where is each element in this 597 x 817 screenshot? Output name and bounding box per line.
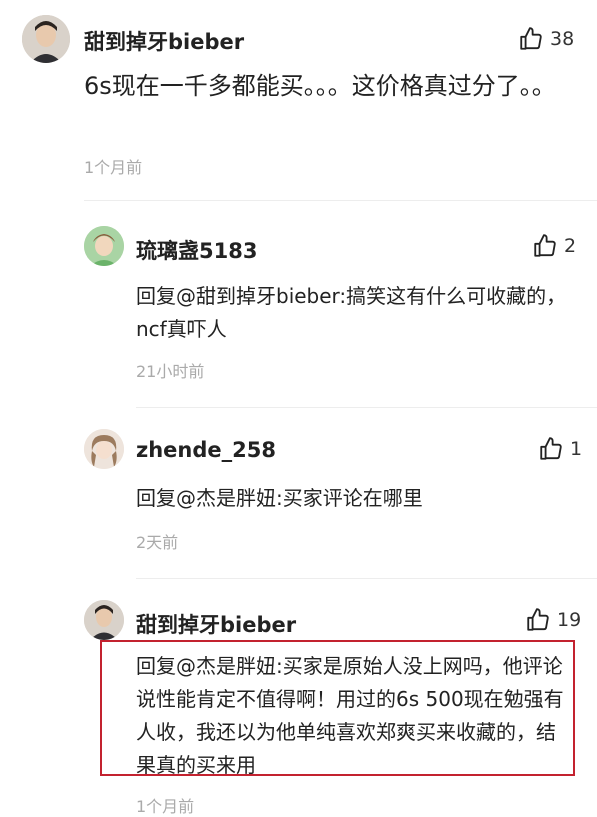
avatar[interactable] [84,429,124,469]
like-count: 2 [564,235,577,257]
thumbs-up-icon [527,608,549,631]
reply-username[interactable]: zhende_258 [136,438,276,462]
avatar-image [84,226,124,266]
like-count: 1 [570,438,583,460]
like-button[interactable]: 1 [538,436,582,462]
reply-text: 回复@杰是胖妞:买家评论在哪里 [136,486,423,510]
comment-timestamp: 1个月前 [84,158,143,177]
like-count: 19 [557,609,582,631]
avatar-image [22,15,70,63]
avatar[interactable] [84,600,124,640]
reply-timestamp: 2天前 [136,533,179,552]
like-count: 38 [550,28,575,50]
reply-text: 回复@甜到掉牙bieber:搞笑这有什么可收藏的，ncf真吓人 [136,284,567,341]
comment-username[interactable]: 甜到掉牙bieber [84,26,244,56]
avatar[interactable] [22,15,70,63]
reply-timestamp: 21小时前 [136,362,205,381]
like-button[interactable]: 19 [525,607,581,633]
avatar-image [84,600,124,640]
comment-text: 6s现在一千多都能买。。。这价格真过分了。。 [84,72,556,100]
divider [84,200,597,201]
reply-username[interactable]: 甜到掉牙bieber [136,609,296,639]
like-button[interactable]: 2 [532,233,576,259]
avatar[interactable] [84,226,124,266]
like-button[interactable]: 38 [518,26,574,52]
divider [136,578,597,579]
thumbs-up-icon [520,27,542,50]
thumbs-up-icon [540,437,562,460]
avatar-image [84,429,124,469]
divider [136,407,597,408]
thumbs-up-icon [534,234,556,257]
highlight-box [100,640,575,776]
reply-timestamp: 1个月前 [136,797,195,816]
reply-username[interactable]: 琉璃盏5183 [136,235,257,265]
